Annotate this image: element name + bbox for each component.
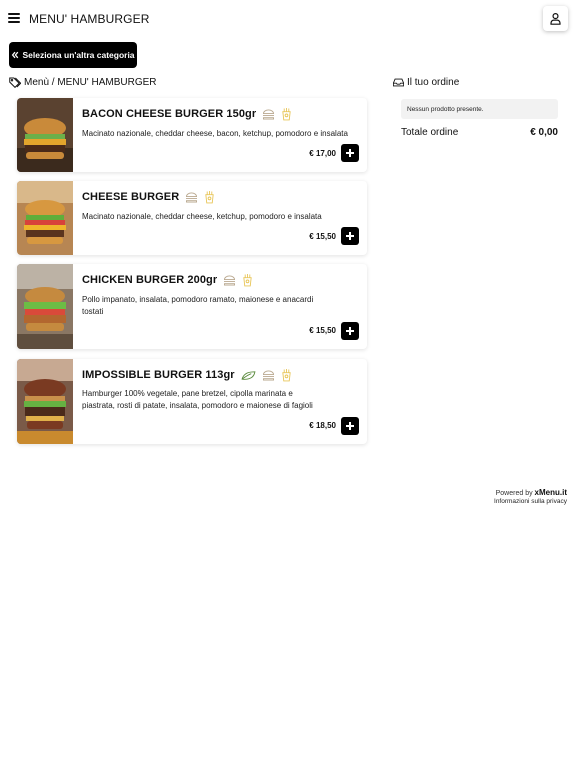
plus-icon: [346, 232, 354, 240]
user-account-button[interactable]: [543, 6, 568, 31]
burger-icon: [262, 109, 275, 120]
back-button-label: Seleziona un'altra categoria: [22, 50, 135, 60]
fries-icon: [242, 273, 253, 287]
fries-icon: [281, 107, 292, 121]
product-image-cheese-burger: [17, 181, 73, 255]
powered-by-brand-link[interactable]: xMenu.it: [535, 488, 567, 497]
tags-icon: [9, 77, 21, 88]
order-total-value: € 0,00: [530, 127, 558, 138]
powered-by: Powered by xMenu.it: [496, 488, 567, 497]
product-price: € 15,50: [309, 326, 336, 335]
order-title: Il tuo ordine: [407, 77, 460, 88]
product-card[interactable]: CHICKEN BURGER 200gr Pollo impanato, ins…: [17, 264, 367, 349]
fries-icon: [204, 190, 215, 204]
privacy-link[interactable]: Informazioni sulla privacy: [494, 498, 567, 505]
leaf-icon: [241, 370, 256, 381]
order-empty-message: Nessun prodotto presente.: [401, 99, 558, 119]
product-card[interactable]: IMPOSSIBLE BURGER 113gr Hamburger 100% v…: [17, 359, 367, 444]
product-price: € 18,50: [309, 421, 336, 430]
product-name: CHICKEN BURGER 200gr: [82, 274, 218, 286]
user-icon: [550, 13, 561, 25]
burger-icon: [185, 192, 198, 203]
product-card[interactable]: BACON CHEESE BURGER 150gr Macinato nazio…: [17, 98, 367, 172]
product-name: CHEESE BURGER: [82, 191, 180, 203]
order-heading: Il tuo ordine: [393, 77, 459, 88]
plus-icon: [346, 149, 354, 157]
page-title: MENU' HAMBURGER: [29, 12, 150, 26]
product-price: € 17,00: [309, 149, 336, 158]
product-description: Macinato nazionale, cheddar cheese, ketc…: [82, 212, 322, 221]
breadcrumb-text: Menù / MENU' HAMBURGER: [24, 77, 157, 88]
burger-icon: [223, 275, 236, 286]
hamburger-menu-icon[interactable]: [8, 13, 20, 23]
product-name: IMPOSSIBLE BURGER 113gr: [82, 369, 235, 381]
product-title-row: CHEESE BURGER: [82, 190, 215, 204]
select-other-category-button[interactable]: Seleziona un'altra categoria: [9, 42, 137, 68]
double-chevron-left-icon: [12, 51, 19, 59]
burger-icon: [262, 370, 275, 381]
product-description: Macinato nazionale, cheddar cheese, baco…: [82, 129, 348, 138]
order-total-label: Totale ordine: [401, 127, 459, 138]
add-to-order-button[interactable]: [341, 322, 359, 340]
add-to-order-button[interactable]: [341, 417, 359, 435]
product-description: Hamburger 100% vegetale, pane bretzel, c…: [82, 389, 313, 410]
add-to-order-button[interactable]: [341, 227, 359, 245]
product-description: Pollo impanato, insalata, pomodoro ramat…: [82, 295, 314, 316]
product-name: BACON CHEESE BURGER 150gr: [82, 108, 257, 120]
product-card[interactable]: CHEESE BURGER Macinato nazionale, chedda…: [17, 181, 367, 255]
add-to-order-button[interactable]: [341, 144, 359, 162]
breadcrumb: Menù / MENU' HAMBURGER: [9, 77, 157, 88]
product-title-row: IMPOSSIBLE BURGER 113gr: [82, 368, 292, 382]
product-title-row: CHICKEN BURGER 200gr: [82, 273, 253, 287]
product-image-chicken-burger: [17, 264, 73, 349]
top-bar: MENU' HAMBURGER: [0, 0, 576, 38]
powered-by-prefix: Powered by: [495, 490, 533, 497]
inbox-icon: [393, 78, 404, 87]
product-price: € 15,50: [309, 232, 336, 241]
fries-icon: [281, 368, 292, 382]
plus-icon: [346, 422, 354, 430]
product-title-row: BACON CHEESE BURGER 150gr: [82, 107, 292, 121]
product-image-impossible-burger: [17, 359, 73, 444]
plus-icon: [346, 327, 354, 335]
product-image-bacon-cheese-burger: [17, 98, 73, 172]
